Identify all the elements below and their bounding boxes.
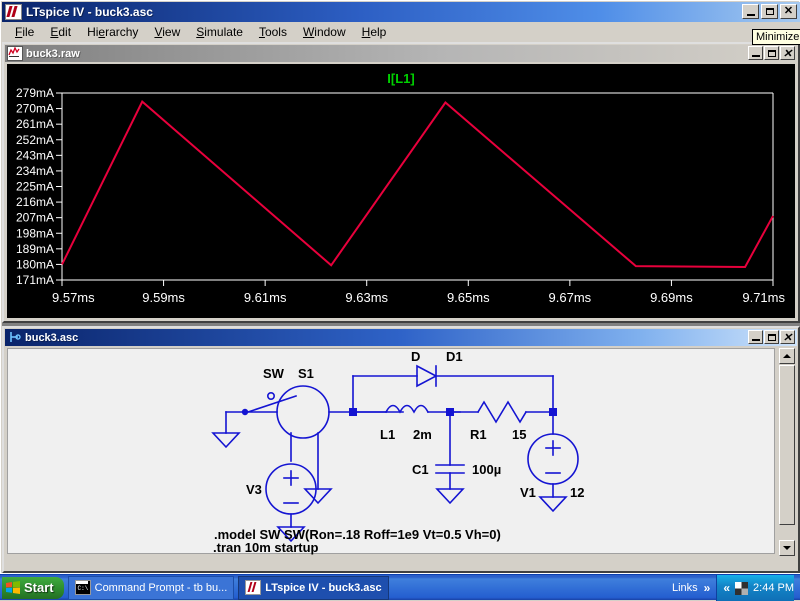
label-l1-value: 2m	[413, 427, 432, 442]
x-tick-label: 9.65ms	[447, 290, 490, 305]
schematic-icon	[8, 331, 22, 344]
schematic-maximize-button[interactable]	[764, 330, 779, 344]
scroll-up-button[interactable]	[779, 348, 795, 364]
label-c1-ref: C1	[412, 462, 429, 477]
label-r1-ref: R1	[470, 427, 487, 442]
menu-simulate[interactable]: Simulate	[188, 23, 251, 41]
menu-hierarchy[interactable]: Hierarchy	[79, 23, 146, 41]
y-tick-label: 234mA	[16, 164, 54, 178]
menu-edit[interactable]: Edit	[42, 23, 79, 41]
label-switch-model: SW	[263, 366, 285, 381]
x-tick-label: 9.57ms	[52, 290, 95, 305]
waveform-close-button[interactable]: ✕	[780, 46, 795, 60]
y-tick-label: 171mA	[16, 273, 54, 287]
system-tray: Links » « 2:44 PM	[672, 575, 800, 601]
menu-tools[interactable]: Tools	[251, 23, 295, 41]
taskbar-label-command-prompt: Command Prompt - tb bu...	[94, 581, 228, 594]
y-tick-label: 243mA	[16, 148, 54, 162]
label-switch-ref: S1	[298, 366, 314, 381]
switch-body	[276, 385, 330, 439]
tray-status-icon[interactable]	[735, 581, 749, 595]
label-diode-model: D	[411, 349, 420, 364]
x-tick-label: 9.59ms	[142, 290, 185, 305]
ltspice-logo-icon	[5, 4, 22, 20]
taskbar-item-command-prompt[interactable]: C:\ Command Prompt - tb bu...	[67, 575, 235, 600]
label-c1-value: 100µ	[472, 462, 501, 477]
schematic-canvas[interactable]: SW S1 V3 D D1 L1 2m C1 100µ R1 15 V1 12 …	[7, 348, 775, 554]
tray-area: « 2:44 PM	[716, 575, 794, 601]
x-tick-label: 9.69ms	[650, 290, 693, 305]
schematic-title: buck3.asc	[25, 331, 79, 344]
y-tick-label: 198mA	[16, 226, 54, 240]
spice-directive-tran[interactable]: .tran 10m startup	[213, 540, 318, 555]
console-icon: C:\	[74, 580, 91, 595]
menu-bar: File Edit Hierarchy View Simulate Tools …	[2, 22, 800, 42]
label-v3-ref: V3	[246, 482, 262, 497]
y-tick-label: 252mA	[16, 133, 54, 147]
waveform-maximize-button[interactable]	[764, 46, 779, 60]
y-tick-label: 270mA	[16, 102, 54, 116]
y-tick-label: 261mA	[16, 117, 54, 131]
x-tick-label: 9.61ms	[244, 290, 287, 305]
taskbar-clock[interactable]: 2:44 PM	[753, 582, 794, 594]
schematic-window-controls: ✕	[748, 330, 795, 344]
minimize-button[interactable]	[742, 4, 759, 19]
windows-flag-icon	[6, 581, 20, 594]
scroll-down-button[interactable]	[779, 540, 795, 556]
x-tick-label: 9.71ms	[742, 290, 785, 305]
schematic-minimize-button[interactable]	[748, 330, 763, 344]
y-tick-label: 180mA	[16, 257, 54, 271]
desktop: LTspice IV - buck3.asc ✕ File Edit Hiera…	[0, 0, 800, 601]
label-v1-ref: V1	[520, 485, 536, 500]
label-r1-value: 15	[512, 427, 526, 442]
y-tick-label: 225mA	[16, 180, 54, 194]
plot-svg: I[L1] 279mA 270mA261mA 252mA243mA 234mA 225m…	[7, 64, 795, 318]
ltspice-icon	[245, 580, 262, 595]
minimize-tooltip: Minimize	[752, 29, 800, 45]
y-tick-label: 216mA	[16, 195, 54, 209]
schematic-titlebar[interactable]: buck3.asc ✕	[5, 329, 797, 346]
schematic-close-button[interactable]: ✕	[780, 330, 795, 344]
start-button[interactable]: Start	[2, 576, 64, 599]
ltspice-main-window: LTspice IV - buck3.asc ✕ File Edit Hiera…	[0, 0, 800, 574]
y-tick-label: 207mA	[16, 211, 54, 225]
start-label: Start	[24, 580, 54, 595]
schematic-vertical-scrollbar[interactable]	[779, 348, 795, 556]
waveform-titlebar[interactable]: buck3.raw ✕	[5, 45, 797, 62]
main-titlebar: LTspice IV - buck3.asc ✕	[2, 2, 800, 22]
y-tick-label: 279mA	[16, 86, 54, 100]
label-diode-ref: D1	[446, 349, 463, 364]
label-v1-value: 12	[570, 485, 584, 500]
label-l1-ref: L1	[380, 427, 395, 442]
menu-window[interactable]: Window	[295, 23, 354, 41]
waveform-icon	[7, 46, 23, 61]
taskbar-label-ltspice: LTspice IV - buck3.asc	[265, 581, 382, 594]
x-tick-label: 9.63ms	[345, 290, 388, 305]
menu-view[interactable]: View	[146, 23, 188, 41]
menu-help[interactable]: Help	[354, 23, 395, 41]
taskbar: Start C:\ Command Prompt - tb bu... LTsp…	[0, 574, 800, 601]
taskbar-item-ltspice[interactable]: LTspice IV - buck3.asc	[238, 575, 389, 600]
menu-file[interactable]: File	[7, 23, 42, 41]
scroll-thumb[interactable]	[779, 365, 795, 525]
tray-expand-chevron-icon[interactable]: «	[723, 581, 730, 595]
svg-text:C:\: C:\	[77, 585, 88, 592]
links-label[interactable]: Links	[672, 582, 698, 594]
schematic-window: buck3.asc ✕ SW S1 V3 D D1 L1 2m C1 100µ …	[2, 326, 800, 573]
waveform-plot[interactable]: I[L1] 279mA 270mA 261mA 252mA 243mA 234mA 225m…	[7, 64, 795, 318]
waveform-window: buck3.raw ✕ I[L1] 279mA 270mA 261mA 252mA 24…	[2, 42, 800, 323]
main-window-controls: ✕	[742, 4, 797, 19]
close-button[interactable]: ✕	[780, 4, 797, 19]
x-tick-label: 9.67ms	[549, 290, 592, 305]
links-chevron-icon[interactable]: »	[704, 581, 711, 595]
trace-legend-label: I[L1]	[387, 71, 414, 86]
schematic-svg: SW S1 V3 D D1 L1 2m C1 100µ R1 15 V1 12 …	[211, 349, 584, 543]
waveform-minimize-button[interactable]	[748, 46, 763, 60]
y-tick-label: 189mA	[16, 242, 54, 256]
maximize-button[interactable]	[761, 4, 778, 19]
mdi-client-area: buck3.raw ✕ I[L1] 279mA 270mA 261mA 252mA 24…	[2, 42, 800, 573]
app-title: LTspice IV - buck3.asc	[26, 5, 153, 19]
waveform-window-controls: ✕	[748, 46, 795, 60]
waveform-title: buck3.raw	[26, 47, 80, 60]
